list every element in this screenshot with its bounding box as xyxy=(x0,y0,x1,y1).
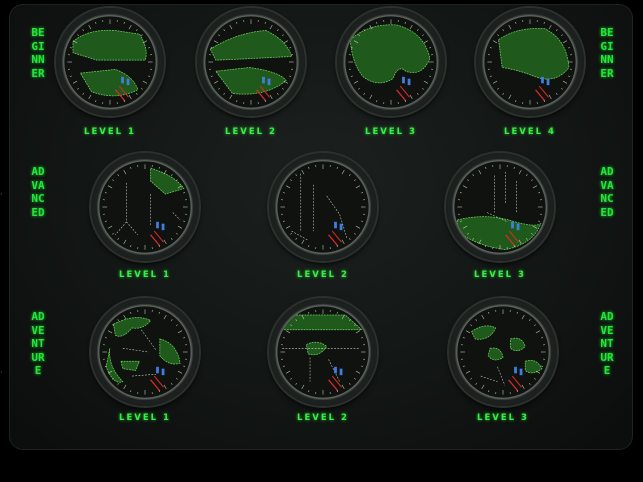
beginner-level-3-radar[interactable] xyxy=(337,8,445,116)
beginner-level-4-label[interactable]: LEVEL 4 xyxy=(480,127,580,137)
radar-scope-icon xyxy=(451,158,549,256)
adventure-level-2-label[interactable]: LEVEL 2 xyxy=(273,413,373,423)
adventure-level-1-label[interactable]: LEVEL 1 xyxy=(95,413,195,423)
beginner-label-left: BEGINNER xyxy=(31,26,45,80)
beginner-label-right: BEGINNER xyxy=(600,26,614,80)
radar-scope-icon xyxy=(274,158,372,256)
advanced-level-2-label[interactable]: LEVEL 2 xyxy=(273,270,373,280)
radar-scope-icon xyxy=(96,303,194,401)
beginner-level-2-radar[interactable] xyxy=(197,8,305,116)
radar-scope-icon xyxy=(274,303,372,401)
advanced-level-2-radar[interactable] xyxy=(269,153,377,261)
advanced-label-left: ADVANCED xyxy=(31,165,45,219)
advanced-level-3-label[interactable]: LEVEL 3 xyxy=(450,270,550,280)
radar-scope-icon xyxy=(61,13,159,111)
advanced-level-3-radar[interactable] xyxy=(446,153,554,261)
advanced-level-1-label[interactable]: LEVEL 1 xyxy=(95,270,195,280)
beginner-level-3-label[interactable]: LEVEL 3 xyxy=(341,127,441,137)
advanced-label-right: ADVANCED xyxy=(600,165,614,219)
radar-scope-icon xyxy=(342,13,440,111)
edge-marker: · xyxy=(0,368,3,377)
radar-scope-icon xyxy=(96,158,194,256)
adventure-label-left: ADVENTURE xyxy=(31,310,45,377)
adventure-level-1-radar[interactable] xyxy=(91,298,199,406)
radar-scope-icon xyxy=(202,13,300,111)
edge-marker: · xyxy=(0,190,3,199)
adventure-label-right: ADVENTURE xyxy=(600,310,614,377)
radar-scope-icon xyxy=(454,303,552,401)
beginner-level-2-label[interactable]: LEVEL 2 xyxy=(201,127,301,137)
adventure-level-2-radar[interactable] xyxy=(269,298,377,406)
adventure-level-3-radar[interactable] xyxy=(449,298,557,406)
beginner-level-4-radar[interactable] xyxy=(476,8,584,116)
beginner-level-1-label[interactable]: LEVEL 1 xyxy=(60,127,160,137)
advanced-level-1-radar[interactable] xyxy=(91,153,199,261)
radar-scope-icon xyxy=(481,13,579,111)
beginner-level-1-radar[interactable] xyxy=(56,8,164,116)
adventure-level-3-label[interactable]: LEVEL 3 xyxy=(453,413,553,423)
